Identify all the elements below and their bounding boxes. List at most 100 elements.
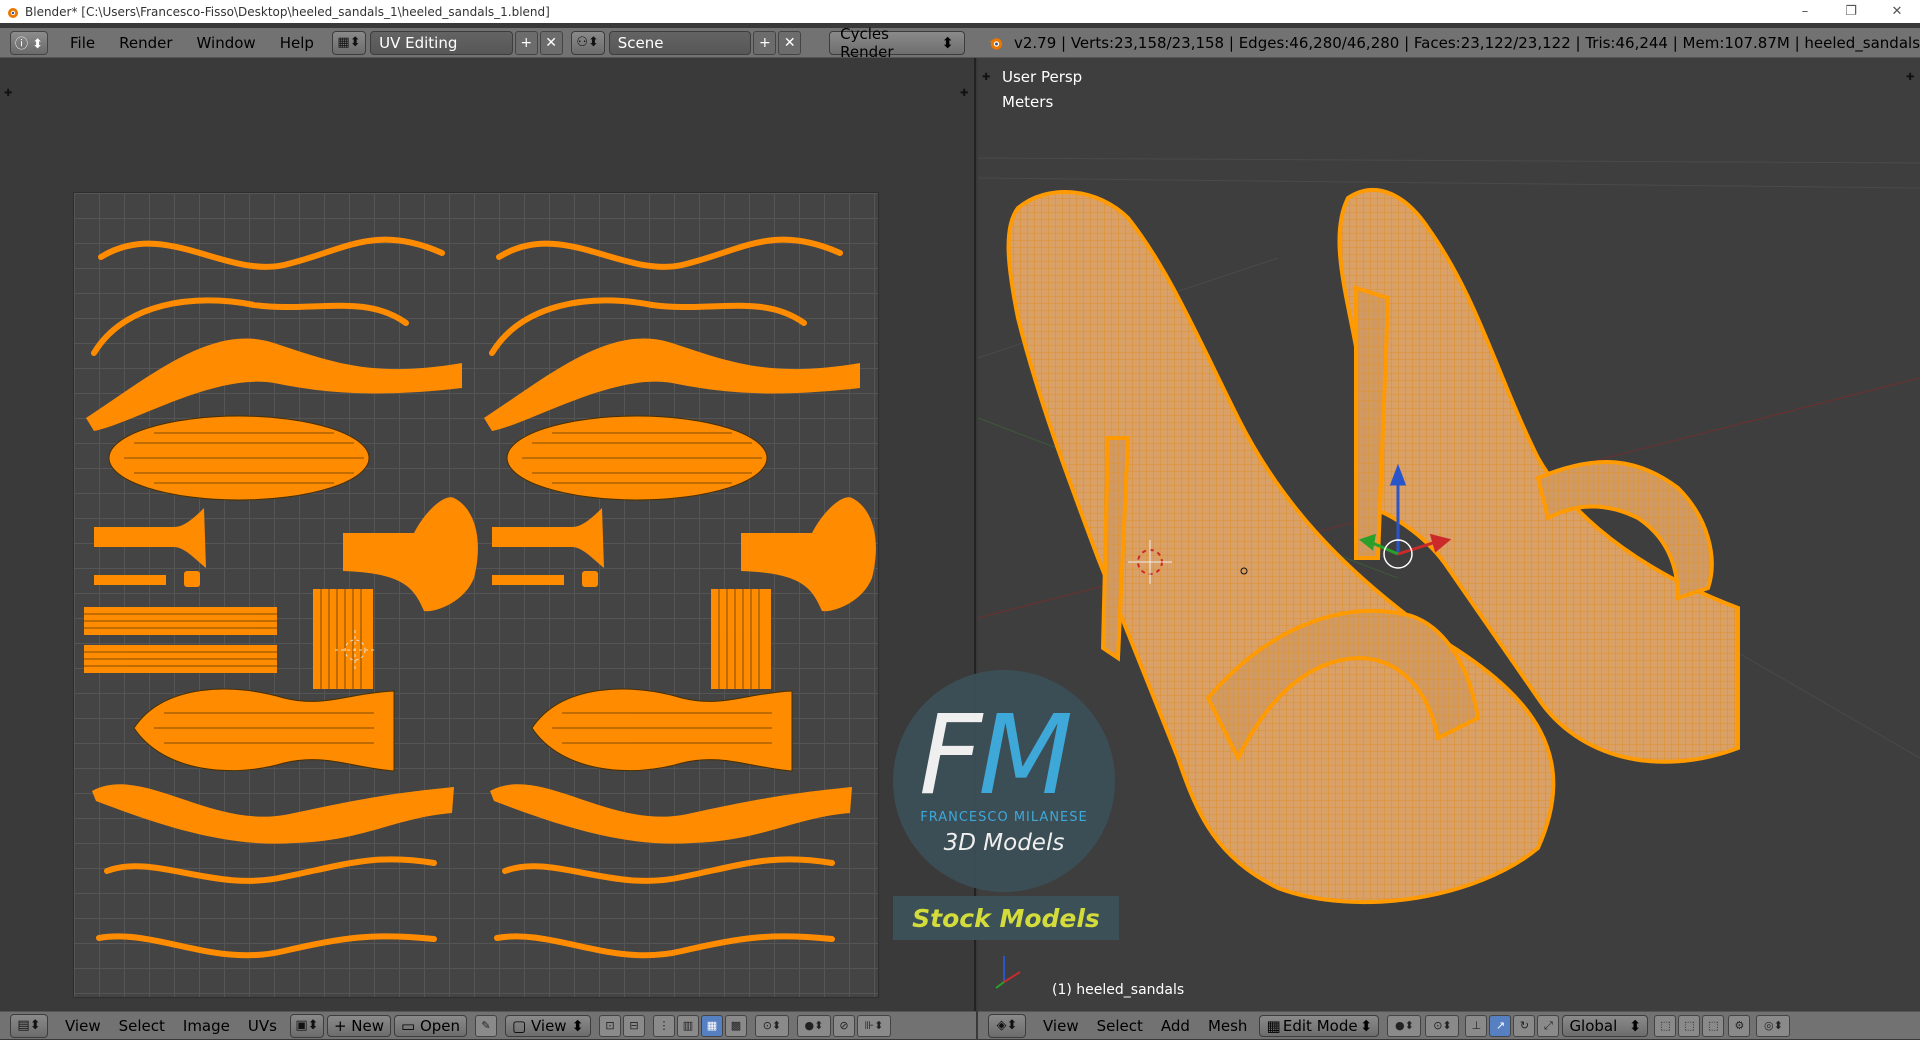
uv-island-outsole-left [133, 688, 395, 772]
new-image-button[interactable]: + New [326, 1014, 391, 1037]
rotate-manipulator-icon[interactable]: ↻ [1513, 1014, 1536, 1037]
window-title: Blender* [C:\Users\Francesco-Fisso\Deskt… [25, 4, 550, 19]
limit-selection-icon[interactable]: ⚙ [1728, 1014, 1751, 1037]
scale-manipulator-icon[interactable]: ⤢ [1537, 1014, 1560, 1037]
snap-icon[interactable]: ⊘ [832, 1014, 855, 1037]
delete-scene-button[interactable]: ✕ [778, 30, 802, 55]
select-vertex-icon[interactable]: ⋮ [652, 1014, 675, 1037]
add-screen-button[interactable]: + [514, 30, 538, 55]
info-editor-type-button[interactable]: ⓘ ⬍ [10, 30, 49, 55]
minimize-button[interactable]: – [1782, 0, 1828, 23]
open-image-button[interactable]: ▭ Open [394, 1014, 468, 1037]
shading-icon[interactable]: ●⬍ [1387, 1014, 1422, 1037]
new-image-label: New [351, 1016, 384, 1035]
editor-type-icon: ▤⬍ [17, 1018, 41, 1033]
select-edge-mode-icon[interactable]: ⬚ [1678, 1014, 1701, 1037]
select-island-icon[interactable]: ▩ [724, 1014, 747, 1037]
uv-menu-select[interactable]: Select [110, 1012, 174, 1040]
uv-island-strap-left-4 [96, 933, 437, 959]
uv-island-cap-left [184, 571, 200, 587]
proportional-edit-icon[interactable]: ●⬍ [796, 1014, 831, 1037]
translate-manipulator-icon[interactable]: ↗ [1489, 1014, 1512, 1037]
uv-island-heeltip-left [94, 508, 206, 568]
uv-menu-view[interactable]: View [56, 1012, 110, 1040]
uv-view-mode-select[interactable]: ▢ View ⬍ [505, 1014, 591, 1037]
proportional-edit-icon[interactable]: ◎⬍ [1756, 1014, 1791, 1037]
uv-menu-uvs[interactable]: UVs [239, 1012, 286, 1040]
pivot-icon[interactable]: ⊙⬍ [1425, 1014, 1460, 1037]
uv-island-strap-right-1 [496, 236, 843, 270]
info-icon: ⓘ ⬍ [14, 37, 44, 52]
uv-island-small-right [492, 575, 564, 585]
screen-layout-selector[interactable]: ▦⬍ [331, 30, 367, 55]
logo-brand-name: FRANCESCO MILANESE [920, 810, 1088, 825]
select-vertex-mode-icon[interactable]: ⬚ [1654, 1014, 1677, 1037]
restore-button[interactable]: ❐ [1828, 0, 1874, 23]
uv-island-heel-right [711, 589, 771, 689]
fm-logo-watermark: FM FRANCESCO MILANESE 3D Models [893, 670, 1115, 892]
view3d-menu-select[interactable]: Select [1088, 1012, 1152, 1040]
uv-island-outsole-right [531, 688, 793, 772]
screen-layout-icon: ▦⬍ [337, 35, 361, 50]
screen-layout-field[interactable]: UV Editing [370, 30, 513, 55]
menu-render[interactable]: Render [107, 28, 184, 58]
chevron-updown-icon: ⬍ [1359, 1016, 1373, 1035]
uv-island-strap-left-1 [98, 236, 445, 270]
mode-select[interactable]: ▦ Edit Mode ⬍ [1259, 1014, 1380, 1037]
add-scene-button[interactable]: + [753, 30, 777, 55]
object-label: (1) heeled_sandals [1052, 982, 1185, 998]
view3d-menu-view[interactable]: View [1034, 1012, 1088, 1040]
stock-models-badge: Stock Models [893, 896, 1119, 940]
view-icon: ▢ [512, 1016, 531, 1035]
delete-screen-button[interactable]: ✕ [539, 30, 563, 55]
properties-expand-icon[interactable]: ✚ [960, 88, 968, 99]
orientation-select[interactable]: Global ⬍ [1562, 1014, 1649, 1037]
uv-editor-header: ▤⬍ View Select Image UVs ▣⬍ + New ▭ Open… [0, 1011, 976, 1039]
view3d-menu-mesh[interactable]: Mesh [1199, 1012, 1257, 1040]
select-face-icon[interactable]: ▦ [700, 1014, 723, 1037]
add-icon: + [333, 1016, 352, 1035]
view3d-editor-type-button[interactable]: ◈⬍ [988, 1013, 1026, 1038]
pin-icon[interactable]: ✎ [475, 1014, 498, 1037]
mode-label: Edit Mode [1282, 1016, 1358, 1035]
view3d-menu-add[interactable]: Add [1152, 1012, 1199, 1040]
add-icon: + [520, 34, 533, 51]
3d-viewport[interactable]: ✚ ✚ User Persp Meters (1) heeled_sandals [978, 58, 1920, 1011]
manipulator-toggle-icon[interactable]: ⊥ [1465, 1014, 1488, 1037]
scene-field[interactable]: Scene [608, 30, 752, 55]
chevron-updown-icon: ⬍ [566, 1016, 584, 1035]
uv-menu-image[interactable]: Image [174, 1012, 239, 1040]
scene-stats: v2.79 | Verts:23,158/23,158 | Edges:46,2… [1013, 33, 1920, 52]
uv-island-strap-left-3 [104, 856, 437, 884]
sticky-select-icon[interactable]: ⊟ [622, 1014, 645, 1037]
uv-island-small-left [94, 575, 166, 585]
select-face-mode-icon[interactable]: ⬚ [1702, 1014, 1725, 1037]
chevron-updown-icon: ⬍ [941, 33, 954, 52]
uv-image-editor[interactable]: ✚ ✚ [0, 58, 976, 1011]
uv-view-mode-label: View [530, 1016, 567, 1035]
info-header: ⓘ ⬍ File Render Window Help ▦⬍ UV Editin… [0, 25, 1920, 61]
menu-file[interactable]: File [58, 28, 107, 58]
cursor-icon[interactable]: ⊡ [598, 1014, 621, 1037]
logo-letter-f: F [919, 691, 982, 819]
image-browse-button[interactable]: ▣⬍ [289, 1013, 324, 1038]
pivot-icon[interactable]: ⊙⬍ [754, 1014, 789, 1037]
open-image-label: Open [419, 1016, 461, 1035]
blender-logo-icon [8, 7, 18, 18]
close-window-button[interactable]: ✕ [1874, 0, 1920, 23]
orientation-label: Global [1569, 1016, 1618, 1035]
scene-selector[interactable]: ⚇⬍ [570, 30, 605, 55]
3d-view-header: ◈⬍ View Select Add Mesh ▦ Edit Mode ⬍ ●⬍ ⊙… [978, 1011, 1920, 1039]
render-engine-select[interactable]: Cycles Render ⬍ [829, 25, 965, 61]
menu-help[interactable]: Help [268, 28, 326, 58]
blender-logo-icon [988, 37, 1003, 50]
uv-grid[interactable] [73, 192, 879, 998]
toolshelf-expand-icon[interactable]: ✚ [4, 88, 12, 99]
snap-target-icon[interactable]: ⊪⬍ [856, 1014, 891, 1037]
uv-editor-type-button[interactable]: ▤⬍ [10, 1013, 48, 1038]
menu-window[interactable]: Window [185, 28, 268, 58]
chevron-updown-icon: ⬍ [1628, 1016, 1642, 1035]
editor-type-icon: ◈⬍ [996, 1018, 1018, 1033]
select-edge-icon[interactable]: ▥ [676, 1014, 699, 1037]
close-icon: ✕ [783, 34, 796, 51]
